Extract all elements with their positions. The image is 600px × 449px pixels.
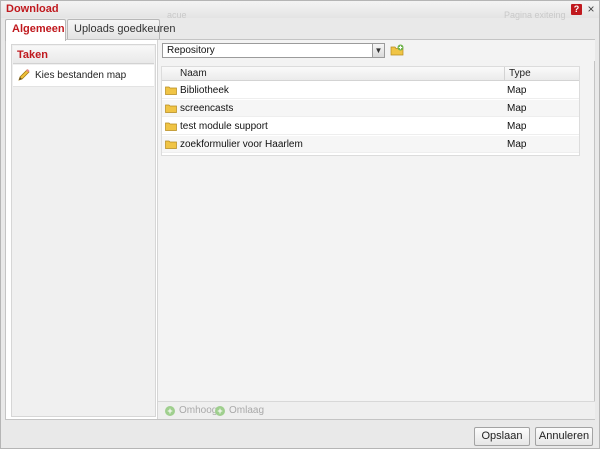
table-row[interactable]: test module support Map	[162, 118, 579, 135]
move-up-label: Omhoog	[179, 405, 218, 416]
row-name: zoekformulier voor Haarlem	[180, 139, 303, 150]
table-row[interactable]: zoekformulier voor Haarlem Map	[162, 136, 579, 153]
column-header-naam[interactable]: Naam	[180, 68, 207, 79]
pencil-icon	[18, 69, 30, 81]
row-name: Bibliotheek	[180, 85, 229, 96]
folder-icon	[165, 104, 177, 113]
tab-content: Taken Kies bestanden map Repository ▼ Na…	[5, 39, 595, 420]
tab-uploads-goedkeuren[interactable]: Uploads goedkeuren	[67, 19, 176, 40]
row-type: Map	[507, 121, 527, 132]
task-kies-bestanden-map[interactable]: Kies bestanden map	[13, 65, 154, 87]
row-type: Map	[507, 103, 527, 114]
folder-icon	[165, 122, 177, 131]
row-name: test module support	[180, 121, 268, 132]
background-text-right: Pagina exiteing	[504, 10, 566, 20]
download-dialog: Download acue Pagina exiteing ? × Algeme…	[0, 0, 600, 449]
dialog-titlebar: Download acue Pagina exiteing ? ×	[1, 1, 599, 20]
column-separator	[504, 67, 505, 81]
folder-icon	[165, 86, 177, 95]
task-label: Kies bestanden map	[35, 70, 127, 81]
file-browser: Repository ▼ Naam Type Bibliotheek Map s…	[157, 40, 595, 419]
background-text-left: acue	[167, 10, 187, 20]
grid-header: Naam Type	[162, 67, 579, 81]
folder-icon	[165, 140, 177, 149]
repository-toolbar: Repository ▼	[158, 40, 595, 61]
table-row[interactable]: screencasts Map	[162, 100, 579, 117]
repository-select[interactable]: Repository ▼	[162, 43, 385, 58]
column-header-type[interactable]: Type	[509, 68, 531, 79]
tasks-header: Taken	[13, 46, 154, 64]
row-name: screencasts	[180, 103, 234, 114]
help-icon[interactable]: ?	[571, 4, 582, 15]
row-type: Map	[507, 139, 527, 150]
table-row[interactable]: Bibliotheek Map	[162, 82, 579, 99]
dialog-title: Download	[6, 3, 59, 15]
tab-algemeen[interactable]: Algemeen	[5, 19, 66, 41]
repository-select-value: Repository	[167, 45, 215, 56]
tasks-panel: Taken Kies bestanden map	[11, 44, 156, 417]
arrow-up-icon: +	[165, 406, 175, 416]
cancel-button[interactable]: Annuleren	[535, 427, 593, 446]
row-type: Map	[507, 85, 527, 96]
close-icon[interactable]: ×	[585, 3, 597, 15]
move-down-label: Omlaag	[229, 405, 265, 416]
file-grid: Naam Type Bibliotheek Map screencasts Ma…	[161, 66, 580, 156]
save-button[interactable]: Opslaan	[474, 427, 530, 446]
arrow-down-icon: +	[215, 406, 225, 416]
tasks-title: Taken	[17, 49, 48, 61]
folder-add-icon[interactable]	[390, 44, 404, 56]
navigation-bar: + Omhoog + Omlaag	[158, 401, 595, 419]
chevron-down-icon[interactable]: ▼	[372, 44, 384, 57]
